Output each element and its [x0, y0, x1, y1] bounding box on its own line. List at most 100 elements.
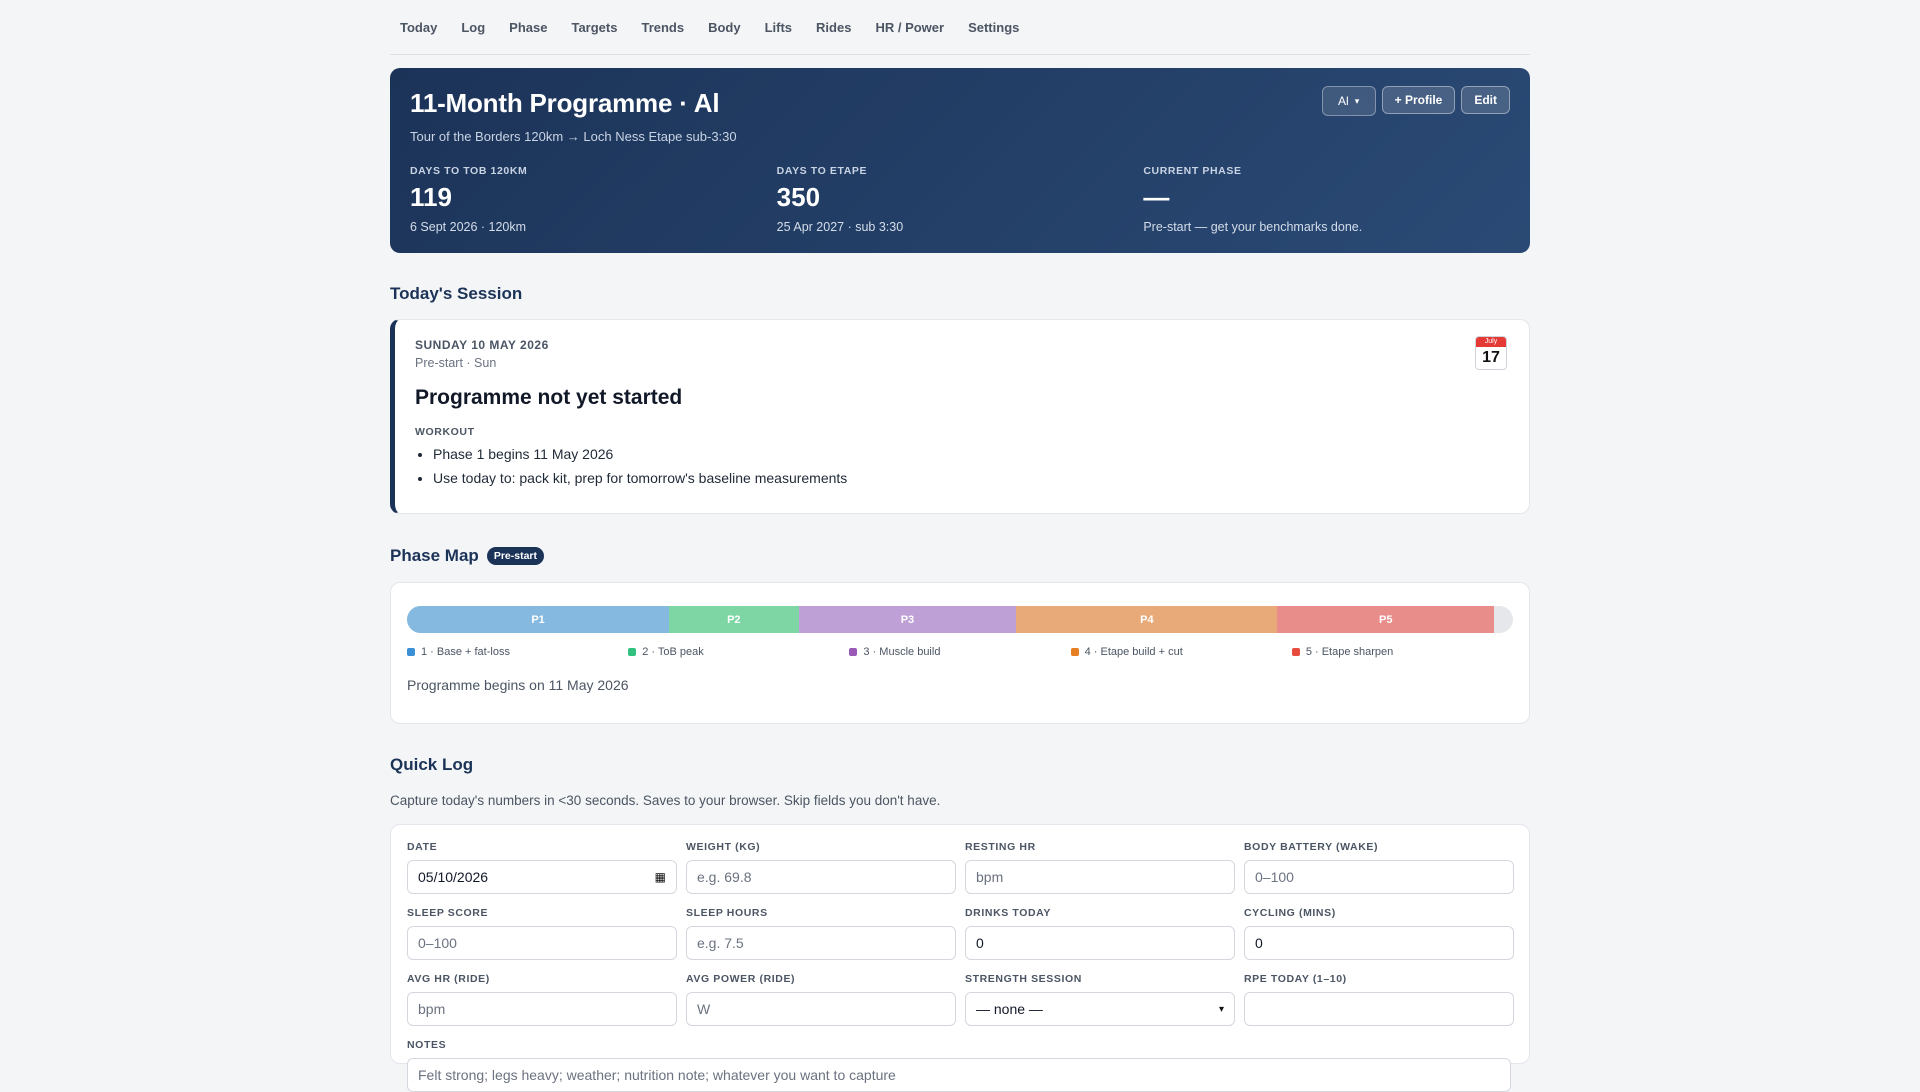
- field-drinks-today: DRINKS TODAY 0: [965, 907, 1235, 960]
- stat-days-to-etape: DAYS TO ETAPE 350 25 Apr 2027 · sub 3:30: [777, 165, 1144, 234]
- field-input[interactable]: e.g. 69.8: [686, 860, 956, 894]
- stat-meta: Pre-start — get your benchmarks done.: [1143, 220, 1363, 234]
- field-input[interactable]: e.g. 7.5: [686, 926, 956, 960]
- workout-label: WORKOUT: [415, 426, 475, 438]
- field-label: BODY BATTERY (WAKE): [1244, 841, 1379, 853]
- quick-log-grid: DATE 05/10/2026 ▦ WEIGHT (KG) e.g. 69.8 RESTI…: [407, 841, 1514, 1026]
- nav-log[interactable]: Log: [461, 20, 485, 35]
- field-value: 0: [1255, 935, 1263, 951]
- field-value: 0–100: [418, 935, 457, 951]
- phase-segment-p5: P5: [1277, 606, 1495, 633]
- stat-meta: 25 Apr 2027 · sub 3:30: [776, 220, 904, 234]
- add-profile-button[interactable]: + Profile: [1381, 86, 1456, 114]
- field-sleep-score: SLEEP SCORE 0–100: [407, 907, 677, 960]
- workout-list: Phase 1 begins 11 May 2026 Use today to:…: [415, 446, 1509, 486]
- field-input[interactable]: 0: [1244, 926, 1514, 960]
- session-phase: Pre-start · Sun: [415, 356, 497, 370]
- stat-value: 119: [410, 182, 452, 212]
- legend-label: 3 · Muscle build: [863, 646, 941, 658]
- quick-log-subtitle: Capture today's numbers in <30 seconds. …: [390, 793, 941, 808]
- field-value: W: [697, 1001, 711, 1017]
- field-value: bpm: [418, 1001, 446, 1017]
- field-value: e.g. 7.5: [697, 935, 744, 951]
- field-input[interactable]: 05/10/2026 ▦: [407, 860, 677, 894]
- quick-log-heading: Quick Log: [390, 755, 474, 774]
- field-label: WEIGHT (KG): [686, 841, 761, 853]
- field-cycling-mins: CYCLING (MINS) 0: [1244, 907, 1514, 960]
- field-label: SLEEP SCORE: [407, 907, 489, 919]
- stat-label: DAYS TO ETAPE: [776, 165, 868, 177]
- field-value: 0: [976, 935, 984, 951]
- programme-hero: 11-Month Programme · Al Tour of the Bord…: [390, 68, 1530, 253]
- legend-label: 4 · Etape build + cut: [1084, 646, 1183, 658]
- field-input[interactable]: 0–100: [407, 926, 677, 960]
- nav-hr-power[interactable]: HR / Power: [875, 20, 944, 35]
- phase-segment-p4: P4: [1016, 606, 1278, 633]
- phase-map-heading: Phase Map: [390, 546, 479, 565]
- field-value: 0–100: [1255, 869, 1294, 885]
- field-input[interactable]: bpm: [407, 992, 677, 1026]
- top-nav: Today Log Phase Targets Trends Body Lift…: [390, 0, 1530, 55]
- hero-actions: Al ▾ + Profile Edit: [1321, 86, 1510, 116]
- session-date: SUNDAY 10 MAY 2026: [415, 338, 549, 352]
- field-value: 05/10/2026: [418, 869, 489, 885]
- nav-rides[interactable]: Rides: [816, 20, 851, 35]
- legend-label: 5 · Etape sharpen: [1305, 646, 1394, 658]
- field-input[interactable]: [1244, 992, 1514, 1026]
- phase-map-note: Programme begins on 11 May 2026: [407, 677, 629, 693]
- todays-session-card: SUNDAY 10 MAY 2026 Pre-start · Sun Progr…: [390, 319, 1530, 514]
- nav-trends[interactable]: Trends: [641, 20, 684, 35]
- stat-label: DAYS TO TOB 120KM: [410, 165, 528, 177]
- phase-segment-p2: P2: [669, 606, 799, 633]
- profile-select[interactable]: Al ▾: [1321, 86, 1376, 116]
- calendar-month: July: [1476, 337, 1506, 347]
- field-avg-power-ride: AVG POWER (RIDE) W: [686, 973, 956, 1026]
- field-label: STRENGTH SESSION: [965, 973, 1082, 985]
- list-item: Phase 1 begins 11 May 2026: [433, 446, 1509, 462]
- stat-current-phase: CURRENT PHASE — Pre-start — get your ben…: [1143, 165, 1510, 234]
- notes-field: NOTES Felt strong; legs heavy; weather; …: [407, 1039, 1513, 1092]
- edit-button[interactable]: Edit: [1461, 86, 1510, 114]
- phase-map-header: Phase Map Pre-start: [390, 546, 1530, 566]
- nav-body[interactable]: Body: [708, 20, 741, 35]
- legend-item: 5 · Etape sharpen: [1291, 646, 1513, 658]
- field-input[interactable]: — none — ▾: [965, 992, 1235, 1026]
- field-input[interactable]: bpm: [965, 860, 1235, 894]
- legend-swatch: [849, 648, 858, 656]
- nav-lifts[interactable]: Lifts: [765, 20, 792, 35]
- stat-value: —: [1143, 182, 1170, 212]
- phase-map-card: P1 P2 P3 P4 P5 1 · Base + fat-loss 2 · ToB pe…: [390, 582, 1530, 724]
- field-label: DATE: [407, 841, 438, 853]
- field-value: bpm: [976, 869, 1004, 885]
- field-input[interactable]: W: [686, 992, 956, 1026]
- legend-item: 4 · Etape build + cut: [1070, 646, 1292, 658]
- list-item: Use today to: pack kit, prep for tomorro…: [433, 470, 1509, 486]
- nav-phase[interactable]: Phase: [509, 20, 547, 35]
- field-strength-session: STRENGTH SESSION — none — ▾: [965, 973, 1235, 1026]
- legend-swatch: [628, 648, 637, 656]
- nav-targets[interactable]: Targets: [571, 20, 617, 35]
- field-input[interactable]: 0: [965, 926, 1235, 960]
- notes-input[interactable]: Felt strong; legs heavy; weather; nutrit…: [407, 1058, 1511, 1092]
- legend-swatch: [407, 648, 415, 656]
- field-label: RESTING HR: [965, 841, 1036, 853]
- legend-swatch: [1070, 648, 1079, 656]
- status-badge: Pre-start: [486, 547, 544, 565]
- hero-stats: DAYS TO TOB 120KM 119 6 Sept 2026 · 120k…: [410, 165, 1510, 234]
- stat-meta: 6 Sept 2026 · 120km: [410, 220, 527, 234]
- nav-settings[interactable]: Settings: [968, 20, 1019, 35]
- field-avg-hr-ride: AVG HR (RIDE) bpm: [407, 973, 677, 1026]
- legend-item: 3 · Muscle build: [849, 646, 1070, 658]
- phase-segment-p3: P3: [798, 606, 1017, 633]
- legend-item: 2 · ToB peak: [628, 646, 849, 658]
- field-value: — none —: [976, 1001, 1043, 1017]
- field-label: SLEEP HOURS: [686, 907, 768, 919]
- field-body-battery-wake: BODY BATTERY (WAKE) 0–100: [1244, 841, 1514, 894]
- legend-label: 2 · ToB peak: [642, 646, 704, 658]
- phase-legend: 1 · Base + fat-loss 2 · ToB peak 3 · Muscl…: [407, 646, 1513, 658]
- nav-today[interactable]: Today: [400, 20, 437, 35]
- field-weight-kg: WEIGHT (KG) e.g. 69.8: [686, 841, 956, 894]
- calendar-icon[interactable]: ▦: [655, 870, 666, 884]
- quick-log-form: DATE 05/10/2026 ▦ WEIGHT (KG) e.g. 69.8 RESTI…: [390, 824, 1530, 1092]
- field-input[interactable]: 0–100: [1244, 860, 1514, 894]
